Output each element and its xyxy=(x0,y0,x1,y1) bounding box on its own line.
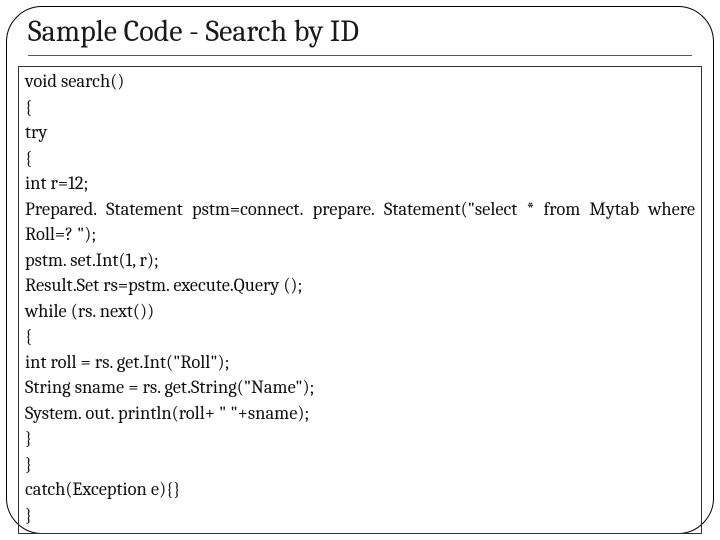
code-word: Statement("select xyxy=(384,197,517,223)
code-container: void search() { try { int r=12; Prepared… xyxy=(18,66,702,534)
code-word: from xyxy=(544,197,581,223)
code-line: pstm. set.Int(1, r); xyxy=(25,248,695,274)
slide-title: Sample Code - Search by ID xyxy=(28,14,692,56)
code-line: String sname = rs. get.String("Name"); xyxy=(25,375,695,401)
code-word: prepare. xyxy=(313,197,375,223)
code-line: } xyxy=(25,503,695,529)
code-line: Roll=? "); xyxy=(25,222,695,248)
code-line-justified: Prepared. Statement pstm=connect. prepar… xyxy=(25,197,695,223)
code-word: pstm=connect. xyxy=(192,197,304,223)
code-line: } xyxy=(25,452,695,478)
code-word: * xyxy=(526,197,534,223)
code-line: { xyxy=(25,95,695,121)
code-word: Mytab xyxy=(589,197,639,223)
code-line: { xyxy=(25,324,695,350)
code-line: while (rs. next()) xyxy=(25,299,695,325)
code-line: System. out. println(roll+ " "+sname); xyxy=(25,401,695,427)
code-word: where xyxy=(648,197,695,223)
code-line: int r=12; xyxy=(25,171,695,197)
code-line: void search() xyxy=(25,69,695,95)
code-line: int roll = rs. get.Int("Roll"); xyxy=(25,350,695,376)
code-word: Statement xyxy=(106,197,183,223)
code-line: try xyxy=(25,120,695,146)
code-word: Prepared. xyxy=(25,197,97,223)
code-line: catch(Exception e){} xyxy=(25,477,695,503)
code-line: { xyxy=(25,146,695,172)
code-line: } xyxy=(25,426,695,452)
code-line: Result.Set rs=pstm. execute.Query (); xyxy=(25,273,695,299)
